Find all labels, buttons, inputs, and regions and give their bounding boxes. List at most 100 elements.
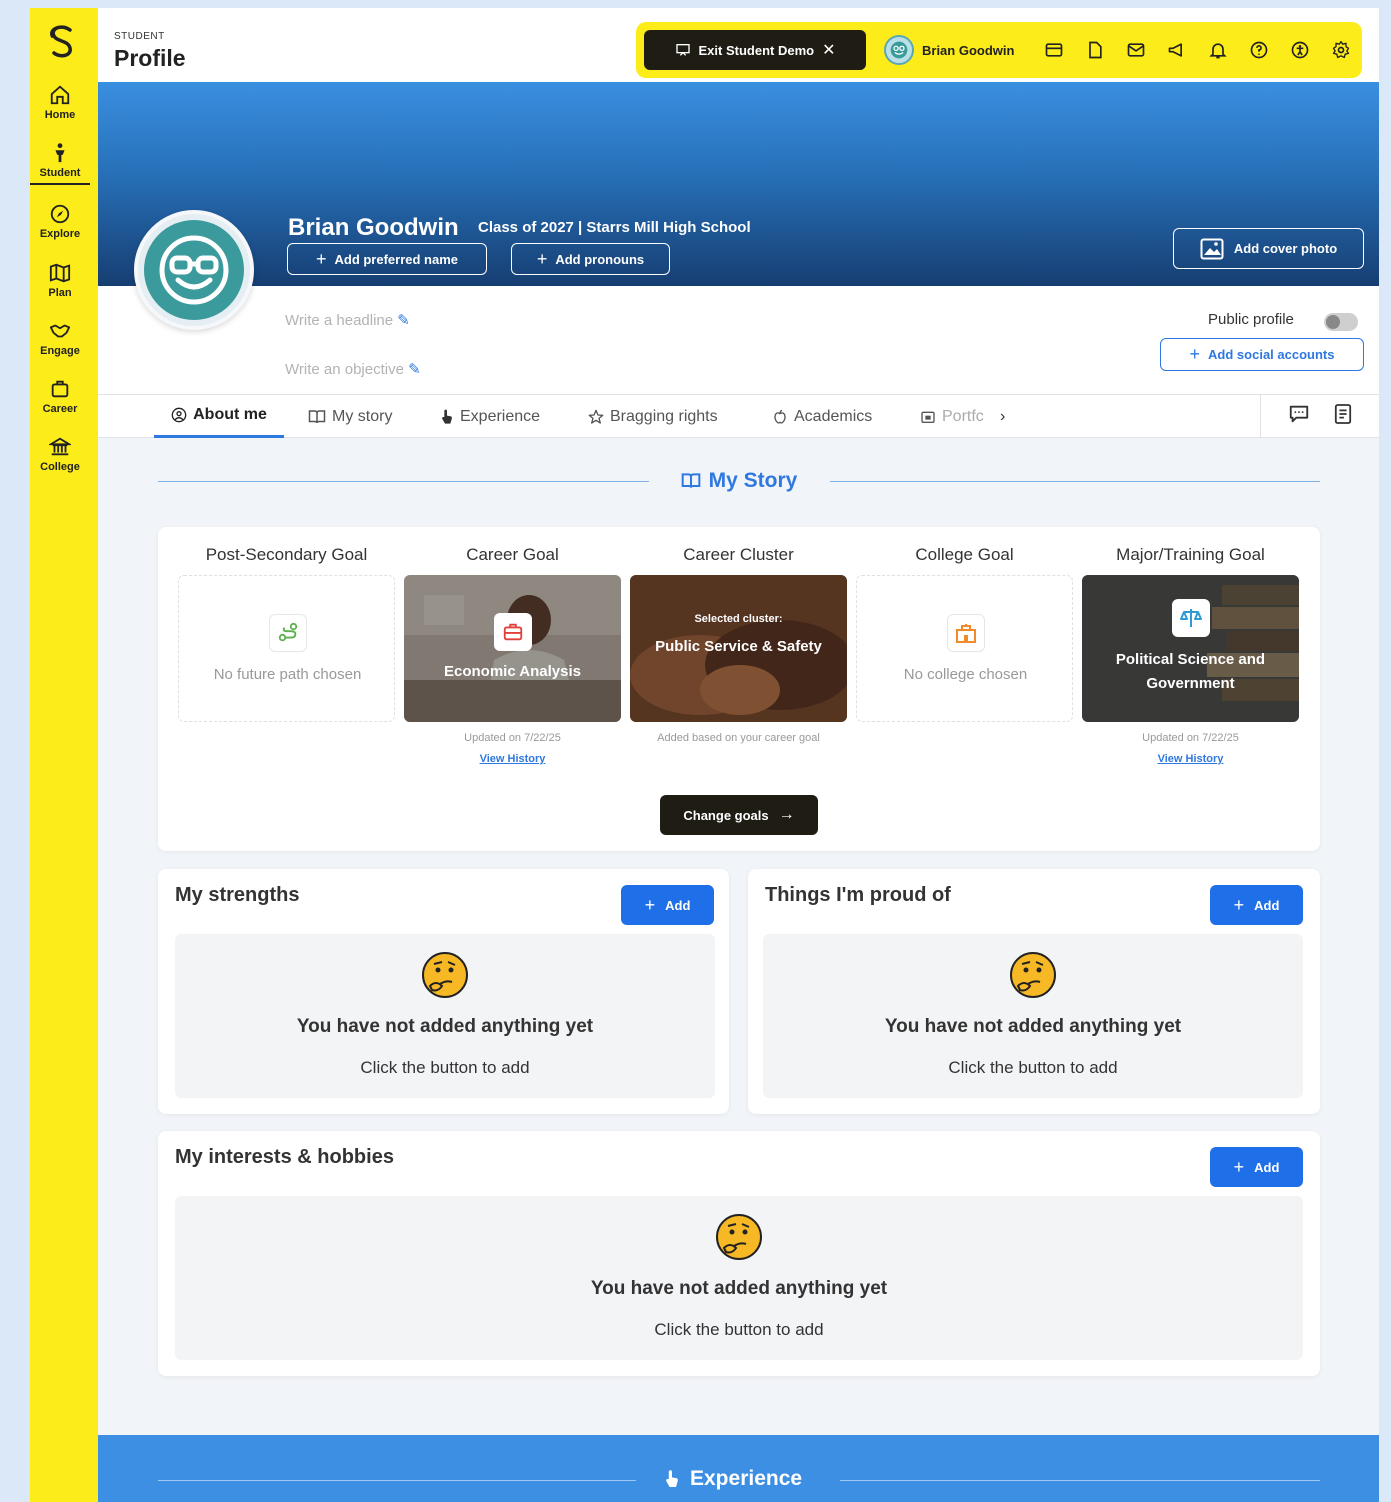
career-goal-box[interactable]: Economic Analysis [404,575,621,722]
my-story-label: My Story [708,469,798,492]
smiley-avatar-icon [890,41,908,59]
career-cluster-box[interactable]: Selected cluster: Public Service & Safet… [630,575,847,722]
empty-goal-text: No future path chosen [213,666,362,683]
tab-bragging-rights[interactable]: Bragging rights [588,395,718,438]
accessibility-icon[interactable] [1288,38,1312,62]
user-menu[interactable]: Brian Goodwin [884,35,1014,65]
image-icon [1200,238,1224,259]
tab-label: Experience [460,407,541,425]
tab-my-story[interactable]: My story [308,395,392,438]
add-pronouns-label: Add pronouns [555,251,645,267]
nav-home[interactable]: Home [30,84,90,121]
tab-actions [1260,395,1379,438]
goal-title: Post-Secondary Goal [205,545,368,564]
add-cover-photo-label: Add cover photo [1233,241,1338,256]
top-icon-group [1042,38,1353,62]
thinking-face-icon [422,952,468,998]
plus-icon: + [1189,344,1201,364]
home-icon [50,85,70,105]
settings-icon[interactable] [1329,38,1353,62]
post-secondary-goal: Post-Secondary Goal No future path chose… [178,527,395,722]
strengths-card: My strengths + Add You have not added an… [158,869,729,1114]
add-preferred-name-button[interactable]: + Add preferred name [287,243,487,275]
goal-title: College Goal [915,545,1014,564]
nav-label: Career [42,403,78,415]
add-proud-button[interactable]: + Add [1210,885,1303,925]
change-goals-label: Change goals [683,807,769,823]
briefcase-icon [51,380,69,398]
add-social-accounts-button[interactable]: + Add social accounts [1160,338,1364,371]
exit-demo-button[interactable]: Exit Student Demo ✕ [644,30,866,70]
college-goal-box[interactable]: No college chosen [856,575,1073,722]
page-title: Profile [114,45,186,71]
document-icon[interactable] [1083,38,1107,62]
proud-title: Things I'm proud of [765,884,951,906]
app-logo-icon[interactable] [42,22,82,62]
student-icon [55,143,65,163]
nav-career[interactable]: Career [30,378,90,415]
college-goal: College Goal No college chosen [856,527,1073,722]
add-interest-button[interactable]: + Add [1210,1147,1303,1187]
avatar-face [144,220,244,320]
bell-icon[interactable] [1206,38,1230,62]
experience-section-header: Experience [98,1435,1379,1502]
divider-line [830,481,1320,482]
public-profile-label: Public profile [1208,311,1294,328]
view-history-link[interactable]: View History [1082,753,1299,765]
change-goals-button[interactable]: Change goals → [660,795,818,835]
briefcase-icon [494,613,532,651]
headline-placeholder: Write a headline [285,312,394,329]
comment-icon[interactable] [1288,403,1310,430]
major-goal-name: Political Science and Government [1115,651,1266,692]
nav-explore[interactable]: Explore [30,203,90,240]
tab-about-me[interactable]: About me [154,395,284,438]
cluster-meta: Added based on your career goal [657,732,820,744]
add-pronouns-button[interactable]: + Add pronouns [511,243,670,275]
card-icon[interactable] [1042,38,1066,62]
experience-label: Experience [690,1467,803,1490]
tab-experience[interactable]: Experience [440,395,540,438]
user-name: Brian Goodwin [922,42,1015,58]
selected-cluster-label: Selected cluster: [694,613,783,625]
add-label: Add [1254,897,1280,913]
headline-field[interactable]: Write a headline ✎ [285,311,410,329]
major-goal-box[interactable]: Political Science and Government [1082,575,1299,722]
nav-student[interactable]: Student [30,142,90,185]
add-strength-button[interactable]: + Add [621,885,714,925]
notes-icon[interactable] [1334,403,1352,430]
tab-portfolio[interactable]: Portfc [920,395,984,438]
tab-academics[interactable]: Academics [772,395,872,438]
add-cover-photo-button[interactable]: Add cover photo [1173,228,1364,269]
view-history-link[interactable]: View History [404,753,621,765]
empty-goal-text: No college chosen [903,666,1028,683]
main-content: STUDENT Profile Exit Student Demo ✕ Bria… [98,8,1379,1502]
tab-label: Academics [794,407,873,425]
page-section-label: STUDENT [114,31,165,42]
portfolio-icon [921,411,935,423]
career-goal: Career Goal Economic Analysis Updated on… [404,527,621,765]
nav-college[interactable]: College [30,436,90,473]
plus-icon: + [644,894,656,915]
map-icon [49,263,71,283]
strengths-title: My strengths [175,884,300,906]
megaphone-icon[interactable] [1165,38,1189,62]
plus-icon: + [1233,894,1245,915]
user-avatar [884,35,914,65]
objective-placeholder: Write an objective [285,361,404,378]
tabs-scroll-right-button[interactable]: › [1000,395,1005,438]
help-icon[interactable] [1247,38,1271,62]
add-label: Add [665,897,691,913]
divider-line [840,1480,1320,1481]
sidebar-nav: Home Student Explore Plan Engage Career … [30,8,98,1502]
student-name: Brian Goodwin [288,214,459,241]
post-secondary-goal-box[interactable]: No future path chosen [178,575,395,722]
public-profile-toggle[interactable] [1324,313,1358,331]
college-icon [49,437,71,456]
goal-updated-date: Updated on 7/22/25 [1142,732,1239,744]
empty-state-subtitle: Click the button to add [654,1320,824,1339]
profile-avatar[interactable] [134,210,254,330]
nav-plan[interactable]: Plan [30,262,90,299]
objective-field[interactable]: Write an objective ✎ [285,360,421,378]
mail-icon[interactable] [1124,38,1148,62]
nav-engage[interactable]: Engage [30,320,90,357]
